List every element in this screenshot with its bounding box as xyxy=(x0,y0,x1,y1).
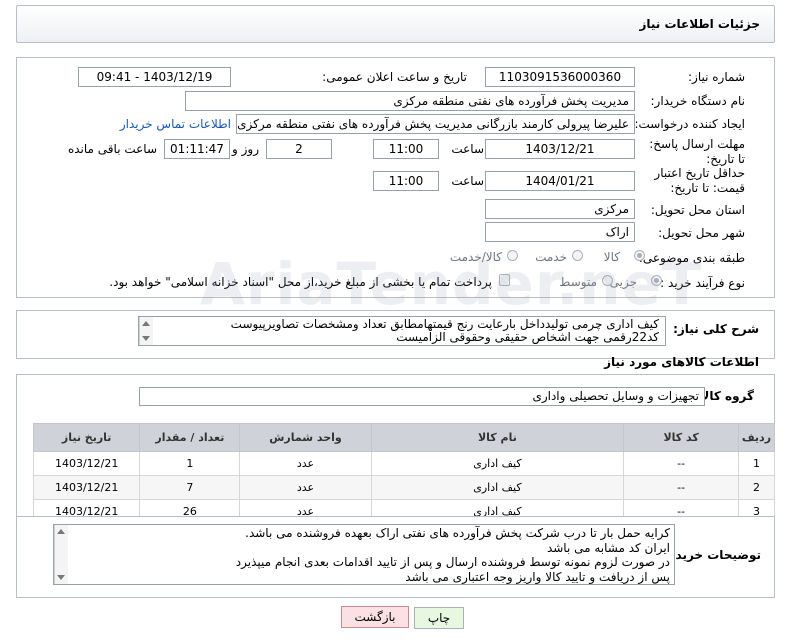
buyer-org-label: نام دستگاه خریدار: xyxy=(650,94,746,108)
cell-goods-code: -- xyxy=(623,475,739,500)
deadline-date-field: 1403/12/21 xyxy=(485,139,635,159)
watermark-logo: AriaTender.neT xyxy=(200,250,703,318)
buyer-note-line: پس از دریافت و تایید کالا واریز وجه اعتب… xyxy=(405,569,670,584)
validity-time-field: 11:00 xyxy=(373,171,439,191)
back-button[interactable]: بازگشت xyxy=(341,606,409,628)
province-field: مرکزی xyxy=(485,199,635,219)
need-number-field: 1103091536000360 xyxy=(485,67,635,87)
cell-unit: عدد xyxy=(239,475,372,500)
remaining-time-field: 01:11:47 xyxy=(164,139,230,159)
province-label: استان محل تحویل: xyxy=(650,203,745,217)
city-label: شهر محل تحویل: xyxy=(658,226,745,240)
cell-row-number: 2 xyxy=(737,475,776,500)
cell-goods-name: کیف اداری xyxy=(370,475,625,500)
days-label: روز و xyxy=(232,142,259,156)
col-unit: واحد شمارش xyxy=(239,423,372,452)
goods-section-title: اطلاعات کالاهای مورد نیاز xyxy=(604,355,759,369)
cell-need-date: 1403/12/21 xyxy=(32,451,141,476)
col-need-date: تاریخ نیاز xyxy=(32,423,141,452)
description-line-2: کد22رقمی جهت اشخاص حقیقی وحقوقی الزامیست xyxy=(396,330,659,344)
deadline-time-field: 11:00 xyxy=(373,139,439,159)
validity-time-label: ساعت xyxy=(451,174,484,188)
buyer-note-line: کرایه حمل بار تا درب شرکت پخش فرآورده ها… xyxy=(245,526,670,540)
announce-field: 1403/12/19 - 09:41 xyxy=(78,67,231,87)
validity-label: حداقل تاریخ اعتبار قیمت: تا تاریخ: xyxy=(654,166,745,195)
col-row-number: ردیف xyxy=(737,423,776,452)
validity-date-field: 1404/01/21 xyxy=(485,171,635,191)
description-label: شرح کلی نیاز: xyxy=(673,322,759,336)
description-textarea[interactable]: کیف اداری چرمی تولیدداخل بارعایت رنج قیم… xyxy=(138,316,666,346)
requester-field: علیرضا پیرولی کارمند بازرگانی مدیریت پخش… xyxy=(236,114,635,134)
cell-row-number: 1 xyxy=(737,451,776,476)
title-bar: جزئیات اطلاعات نیاز xyxy=(16,5,775,43)
col-quantity: تعداد / مقدار xyxy=(139,423,241,452)
table-row[interactable]: 1 -- کیف اداری عدد 1 1403/12/21 xyxy=(32,451,776,476)
deadline-label: مهلت ارسال پاسخ: تا تاریخ: xyxy=(649,137,745,166)
col-goods-code: کد کالا xyxy=(623,423,739,452)
buyer-notes-textarea[interactable]: کرایه حمل بار تا درب شرکت پخش فرآورده ها… xyxy=(53,524,675,585)
buyer-notes-scrollbar[interactable] xyxy=(54,525,68,584)
need-number-label: شماره نیاز: xyxy=(688,70,745,84)
days-field: 2 xyxy=(266,139,332,159)
cell-goods-name: کیف اداری xyxy=(370,451,625,476)
buyer-note-line: در صورت لزوم نمونه توسط فروشنده ارسال و … xyxy=(235,555,670,569)
cell-need-date: 1403/12/21 xyxy=(32,475,141,500)
page-title: جزئیات اطلاعات نیاز xyxy=(639,17,760,31)
contact-info-link[interactable]: اطلاعات تماس خریدار xyxy=(120,117,231,131)
goods-group-field: تجهیزات و وسایل تحصیلی واداری xyxy=(139,387,705,406)
city-field: اراک xyxy=(485,222,635,242)
goods-table: ردیف کد کالا نام کالا واحد شمارش تعداد /… xyxy=(32,423,776,524)
print-button[interactable]: چاپ xyxy=(414,607,464,629)
col-goods-name: نام کالا xyxy=(370,423,625,452)
requester-label: ایجاد کننده درخواست: xyxy=(634,117,745,131)
deadline-time-label: ساعت xyxy=(451,142,484,156)
buyer-note-line: ایران کد مشابه می باشد xyxy=(546,540,670,555)
cell-quantity: 7 xyxy=(139,475,241,500)
table-header-row: ردیف کد کالا نام کالا واحد شمارش تعداد /… xyxy=(32,423,776,452)
table-row[interactable]: 2 -- کیف اداری عدد 7 1403/12/21 xyxy=(32,475,776,500)
buyer-org-field: مدیریت پخش فرآورده های نفتی منطقه مرکزی xyxy=(185,91,635,111)
cell-goods-code: -- xyxy=(623,451,739,476)
description-scrollbar[interactable] xyxy=(139,317,153,345)
announce-label: تاریخ و ساعت اعلان عمومی: xyxy=(322,70,467,84)
cell-unit: عدد xyxy=(239,451,372,476)
remaining-label: ساعت باقی مانده xyxy=(67,142,157,156)
cell-quantity: 1 xyxy=(139,451,241,476)
